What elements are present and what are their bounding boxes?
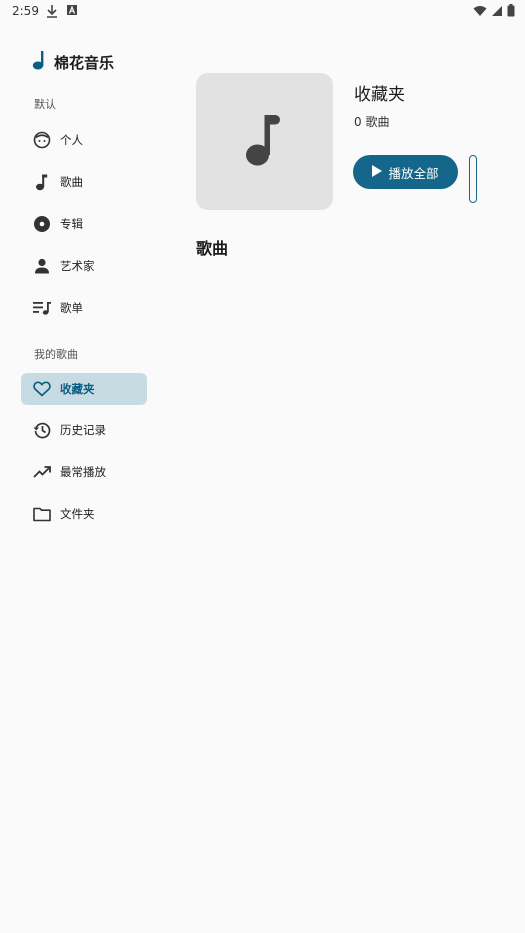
playlist-cover: [196, 73, 333, 210]
section-label-my-songs: 我的歌曲: [34, 348, 78, 361]
status-bar: 2:59: [0, 0, 525, 24]
sidebar-item-artists[interactable]: 艺术家: [21, 250, 147, 282]
person-icon: [32, 256, 52, 276]
music-note-icon: [32, 172, 52, 192]
battery-icon: [507, 4, 515, 20]
play-all-label: 播放全部: [388, 165, 439, 181]
sidebar-item-folders[interactable]: 文件夹: [21, 498, 147, 530]
download-icon: [46, 4, 58, 21]
sidebar-item-label: 艺术家: [60, 259, 95, 273]
sidebar-item-playlists[interactable]: 歌单: [21, 292, 147, 324]
heart-icon: [32, 379, 52, 399]
sidebar-item-label: 最常播放: [60, 465, 106, 479]
app-header: 棉花音乐: [32, 50, 114, 74]
folder-icon: [32, 504, 52, 524]
trending-up-icon: [32, 462, 52, 482]
sidebar-item-history[interactable]: 历史记录: [21, 414, 147, 446]
wifi-icon: [473, 5, 487, 20]
sidebar-item-label: 收藏夹: [60, 382, 95, 396]
sidebar-item-most-played[interactable]: 最常播放: [21, 456, 147, 488]
section-label-default: 默认: [34, 98, 56, 111]
sidebar-item-label: 歌曲: [60, 175, 83, 189]
play-icon: [372, 164, 383, 180]
queue-music-icon: [32, 298, 52, 318]
music-note-icon: [32, 50, 46, 74]
sidebar-item-albums[interactable]: 专辑: [21, 208, 147, 240]
side-handle[interactable]: [469, 155, 477, 203]
a-icon: [66, 4, 78, 21]
songs-heading: 歌曲: [196, 239, 229, 258]
sidebar-item-label: 歌单: [60, 301, 83, 315]
album-icon: [32, 214, 52, 234]
history-icon: [32, 420, 52, 440]
sidebar-item-label: 文件夹: [60, 507, 95, 521]
song-count: 0 歌曲: [354, 115, 390, 129]
sidebar-item-songs[interactable]: 歌曲: [21, 166, 147, 198]
status-time: 2:59: [12, 4, 39, 18]
face-icon: [32, 130, 52, 150]
sidebar-item-favorites[interactable]: 收藏夹: [21, 373, 147, 405]
sidebar-item-label: 个人: [60, 133, 83, 147]
sidebar-item-label: 专辑: [60, 217, 83, 231]
music-note-icon: [245, 112, 285, 172]
sidebar-item-personal[interactable]: 个人: [21, 124, 147, 156]
playlist-title: 收藏夹: [354, 85, 405, 105]
play-all-button[interactable]: 播放全部: [353, 155, 458, 189]
app-title: 棉花音乐: [54, 53, 115, 72]
sidebar-item-label: 历史记录: [60, 423, 106, 437]
signal-icon: [491, 5, 503, 20]
